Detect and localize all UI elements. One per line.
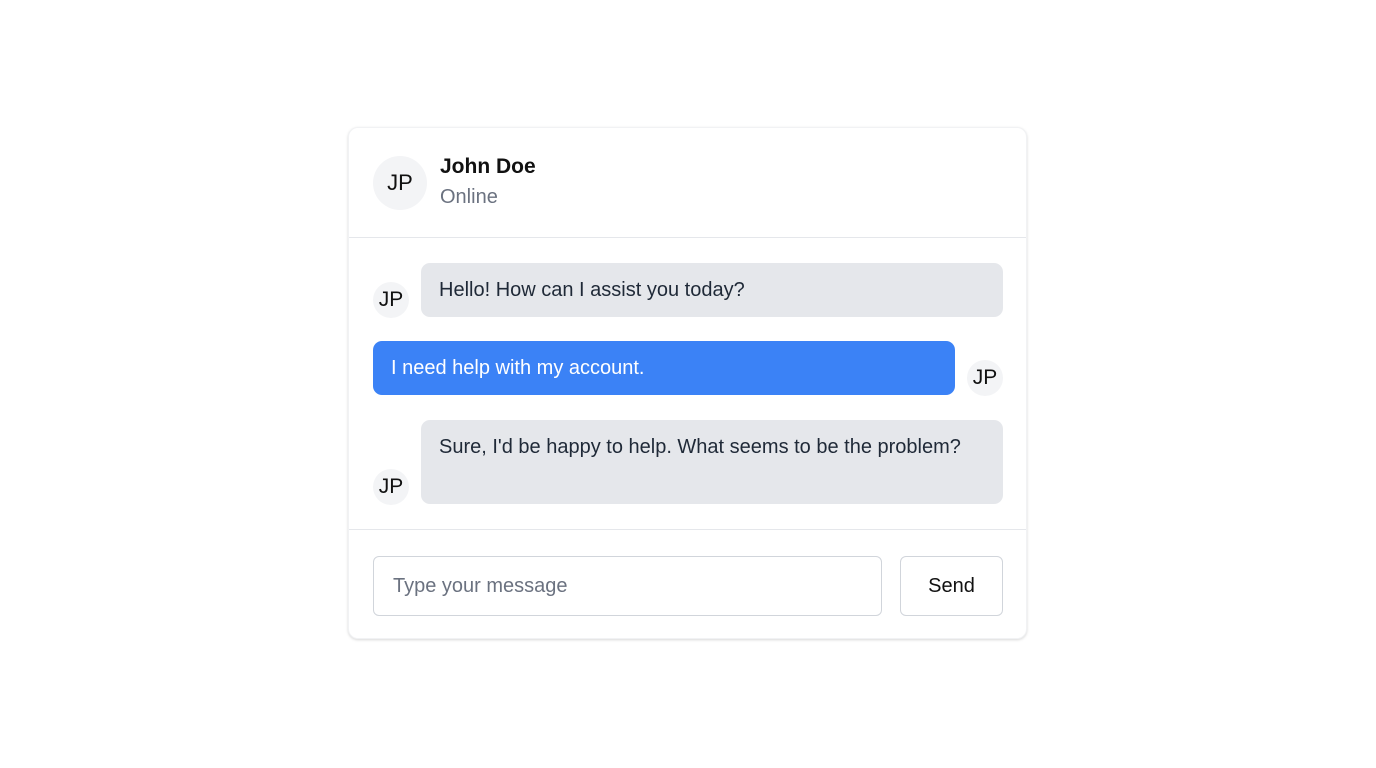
message-avatar: JP <box>373 469 409 505</box>
message-avatar: JP <box>373 282 409 318</box>
message-bubble: Sure, I'd be happy to help. What seems t… <box>421 420 1003 504</box>
message-composer: Send <box>349 530 1026 638</box>
message-avatar: JP <box>967 360 1003 396</box>
contact-name: John Doe <box>440 155 536 178</box>
contact-status: Online <box>440 186 498 208</box>
chat-header: JP John Doe Online <box>349 128 1026 238</box>
chat-window: JP John Doe Online JP Hello! How can I a… <box>348 127 1027 639</box>
message-bubble: I need help with my account. <box>373 341 955 395</box>
message-bubble: Hello! How can I assist you today? <box>421 263 1003 317</box>
message-input[interactable] <box>373 556 882 616</box>
message-list: JP Hello! How can I assist you today? I … <box>349 238 1026 530</box>
send-button[interactable]: Send <box>900 556 1003 616</box>
contact-avatar: JP <box>373 156 427 210</box>
